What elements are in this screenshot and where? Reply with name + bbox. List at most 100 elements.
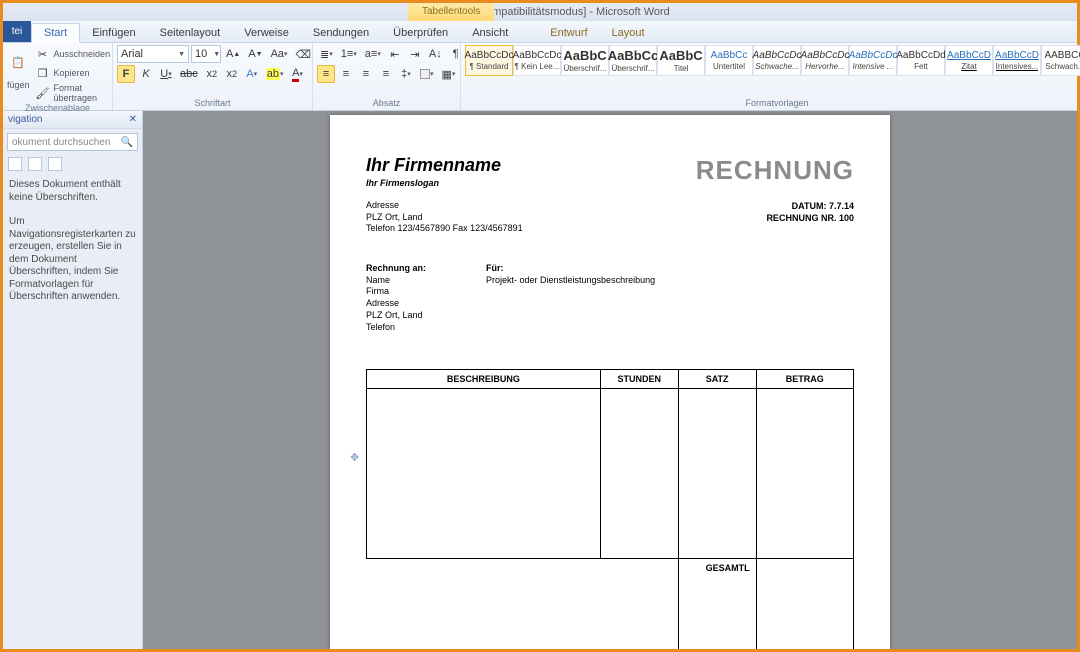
total-value[interactable] bbox=[756, 559, 853, 649]
tab-start[interactable]: Start bbox=[31, 23, 80, 43]
document-page[interactable]: ✥ Ihr Firmenname Ihr Firmenslogan Adress… bbox=[330, 115, 890, 649]
bullets-button[interactable]: ≣▾ bbox=[317, 45, 336, 63]
cut-label: Ausschneiden bbox=[54, 49, 111, 59]
nav-search-input[interactable]: okument durchsuchen 🔍 bbox=[7, 133, 138, 151]
company-address[interactable]: Adresse PLZ Ort, Land Telefon 123/456789… bbox=[366, 200, 523, 235]
cell-amount[interactable] bbox=[756, 389, 853, 559]
font-name-select[interactable]: Arial▼ bbox=[117, 45, 189, 63]
tab-pagelayout[interactable]: Seitenlayout bbox=[148, 24, 233, 42]
change-case-button[interactable]: Aa▾ bbox=[268, 45, 291, 63]
eraser-icon: ⌫ bbox=[296, 48, 312, 61]
multilevel-button[interactable]: a≡▾ bbox=[362, 45, 384, 63]
scissors-icon: ✂ bbox=[38, 48, 47, 61]
navigation-pane: vigation ✕ okument durchsuchen 🔍 Dieses … bbox=[3, 111, 143, 649]
style-item-2[interactable]: AaBbCÜberschrif... bbox=[561, 45, 609, 76]
table-header-row: BESCHREIBUNG STUNDEN SATZ BETRAG bbox=[367, 370, 854, 389]
bold-button[interactable]: F bbox=[117, 65, 135, 83]
clear-formatting-button[interactable]: ⌫ bbox=[293, 45, 315, 63]
nav-message-2: Um Navigationsregisterkarten zu erzeugen… bbox=[3, 210, 142, 310]
th-rate[interactable]: SATZ bbox=[678, 370, 756, 389]
paste-icon: 📋 bbox=[11, 56, 25, 69]
align-left-button[interactable]: ≡ bbox=[317, 65, 335, 83]
text-effects-button[interactable]: A▾ bbox=[243, 65, 261, 83]
group-label-styles: Formatvorlagen bbox=[465, 98, 1080, 109]
style-item-11[interactable]: AaBbCcDIntensives... bbox=[993, 45, 1041, 76]
tab-table-design[interactable]: Entwurf bbox=[538, 24, 599, 42]
style-item-12[interactable]: AABBCCSchwach... bbox=[1041, 45, 1080, 76]
cell-description[interactable] bbox=[367, 389, 601, 559]
company-slogan[interactable]: Ihr Firmenslogan bbox=[366, 178, 523, 188]
cut-button[interactable]: ✂ bbox=[34, 45, 52, 63]
grow-font-button[interactable]: A▲ bbox=[223, 45, 243, 63]
sort-button[interactable]: A↓ bbox=[426, 45, 445, 63]
font-color-button[interactable]: A▾ bbox=[289, 65, 307, 83]
nav-view-switch bbox=[3, 155, 142, 173]
table-anchor-icon[interactable]: ✥ bbox=[350, 451, 359, 464]
shading-button[interactable]: ▾ bbox=[417, 65, 437, 83]
tab-mailings[interactable]: Sendungen bbox=[301, 24, 381, 42]
align-center-button[interactable]: ≡ bbox=[337, 65, 355, 83]
copy-label: Kopieren bbox=[54, 68, 90, 78]
company-name[interactable]: Ihr Firmenname bbox=[366, 155, 523, 176]
highlight-button[interactable]: ab▾ bbox=[263, 65, 287, 83]
style-item-8[interactable]: AaBbCcDcIntensive ... bbox=[849, 45, 897, 76]
tab-view[interactable]: Ansicht bbox=[460, 24, 520, 42]
style-item-3[interactable]: AaBbCcÜberschrif... bbox=[609, 45, 657, 76]
cell-rate[interactable] bbox=[678, 389, 756, 559]
style-item-6[interactable]: AaBbCcDcSchwache... bbox=[753, 45, 801, 76]
th-description[interactable]: BESCHREIBUNG bbox=[367, 370, 601, 389]
tab-insert[interactable]: Einfügen bbox=[80, 24, 147, 42]
underline-button[interactable]: U▾ bbox=[157, 65, 175, 83]
table-row[interactable] bbox=[367, 389, 854, 559]
paste-label: fügen bbox=[7, 80, 30, 90]
justify-button[interactable]: ≡ bbox=[377, 65, 395, 83]
th-amount[interactable]: BETRAG bbox=[756, 370, 853, 389]
style-item-5[interactable]: AaBbCcUntertitel bbox=[705, 45, 753, 76]
style-item-4[interactable]: AaBbCTitel bbox=[657, 45, 705, 76]
invoice-title[interactable]: RECHNUNG bbox=[696, 155, 854, 186]
cell-hours[interactable] bbox=[600, 389, 678, 559]
ribbon: 📋 fügen ✂ Ausschneiden ❐Kopieren 🖌Format … bbox=[3, 43, 1077, 111]
for-block[interactable]: Für: Projekt- oder Dienstleistungsbeschr… bbox=[486, 263, 655, 333]
strikethrough-button[interactable]: abc bbox=[177, 65, 201, 83]
style-item-0[interactable]: AaBbCcDc¶ Standard bbox=[465, 45, 513, 76]
style-item-10[interactable]: AaBbCcDZitat bbox=[945, 45, 993, 76]
italic-button[interactable]: K bbox=[137, 65, 155, 83]
document-scroll-area[interactable]: ✥ Ihr Firmenname Ihr Firmenslogan Adress… bbox=[143, 111, 1077, 649]
bill-to-block[interactable]: Rechnung an: Name Firma Adresse PLZ Ort,… bbox=[366, 263, 426, 333]
group-styles: AaBbCcDc¶ StandardAaBbCcDc¶ Kein Lee...A… bbox=[461, 43, 1080, 110]
tab-table-layout[interactable]: Layout bbox=[600, 24, 657, 42]
workspace: vigation ✕ okument durchsuchen 🔍 Dieses … bbox=[3, 111, 1077, 649]
tab-review[interactable]: Überprüfen bbox=[381, 24, 460, 42]
nav-pages-view[interactable] bbox=[28, 157, 42, 171]
style-gallery[interactable]: AaBbCcDc¶ StandardAaBbCcDc¶ Kein Lee...A… bbox=[465, 45, 1080, 76]
total-label[interactable]: GESAMTL bbox=[678, 559, 756, 649]
style-item-9[interactable]: AaBbCcDdFett bbox=[897, 45, 945, 76]
contextual-tab-label: Tabellentools bbox=[408, 3, 494, 21]
subscript-button[interactable]: x2 bbox=[203, 65, 221, 83]
format-painter-label: Format übertragen bbox=[54, 83, 111, 103]
invoice-table[interactable]: BESCHREIBUNG STUNDEN SATZ BETRAG bbox=[366, 369, 854, 649]
th-hours[interactable]: STUNDEN bbox=[600, 370, 678, 389]
nav-headings-view[interactable] bbox=[8, 157, 22, 171]
superscript-button[interactable]: x2 bbox=[223, 65, 241, 83]
format-painter-button[interactable]: 🖌 bbox=[34, 84, 52, 102]
font-size-select[interactable]: 10▼ bbox=[191, 45, 221, 63]
increase-indent-button[interactable]: ⇥ bbox=[406, 45, 424, 63]
tab-file[interactable]: tei bbox=[3, 20, 31, 42]
paste-button[interactable]: 📋 bbox=[7, 45, 29, 79]
numbering-button[interactable]: 1≡▾ bbox=[338, 45, 360, 63]
total-row[interactable]: GESAMTL bbox=[367, 559, 854, 649]
line-spacing-button[interactable]: ‡▾ bbox=[397, 65, 415, 83]
style-item-1[interactable]: AaBbCcDc¶ Kein Lee... bbox=[513, 45, 561, 76]
copy-button[interactable]: ❐ bbox=[34, 64, 52, 82]
invoice-meta[interactable]: DATUM: 7.7.14 RECHNUNG NR. 100 bbox=[696, 200, 854, 224]
borders-button[interactable]: ▦▾ bbox=[439, 65, 459, 83]
decrease-indent-button[interactable]: ⇤ bbox=[386, 45, 404, 63]
nav-results-view[interactable] bbox=[48, 157, 62, 171]
style-item-7[interactable]: AaBbCcDcHervorhe... bbox=[801, 45, 849, 76]
shrink-font-button[interactable]: A▼ bbox=[245, 45, 265, 63]
align-right-button[interactable]: ≡ bbox=[357, 65, 375, 83]
close-icon[interactable]: ✕ bbox=[129, 114, 137, 125]
tab-references[interactable]: Verweise bbox=[232, 24, 301, 42]
